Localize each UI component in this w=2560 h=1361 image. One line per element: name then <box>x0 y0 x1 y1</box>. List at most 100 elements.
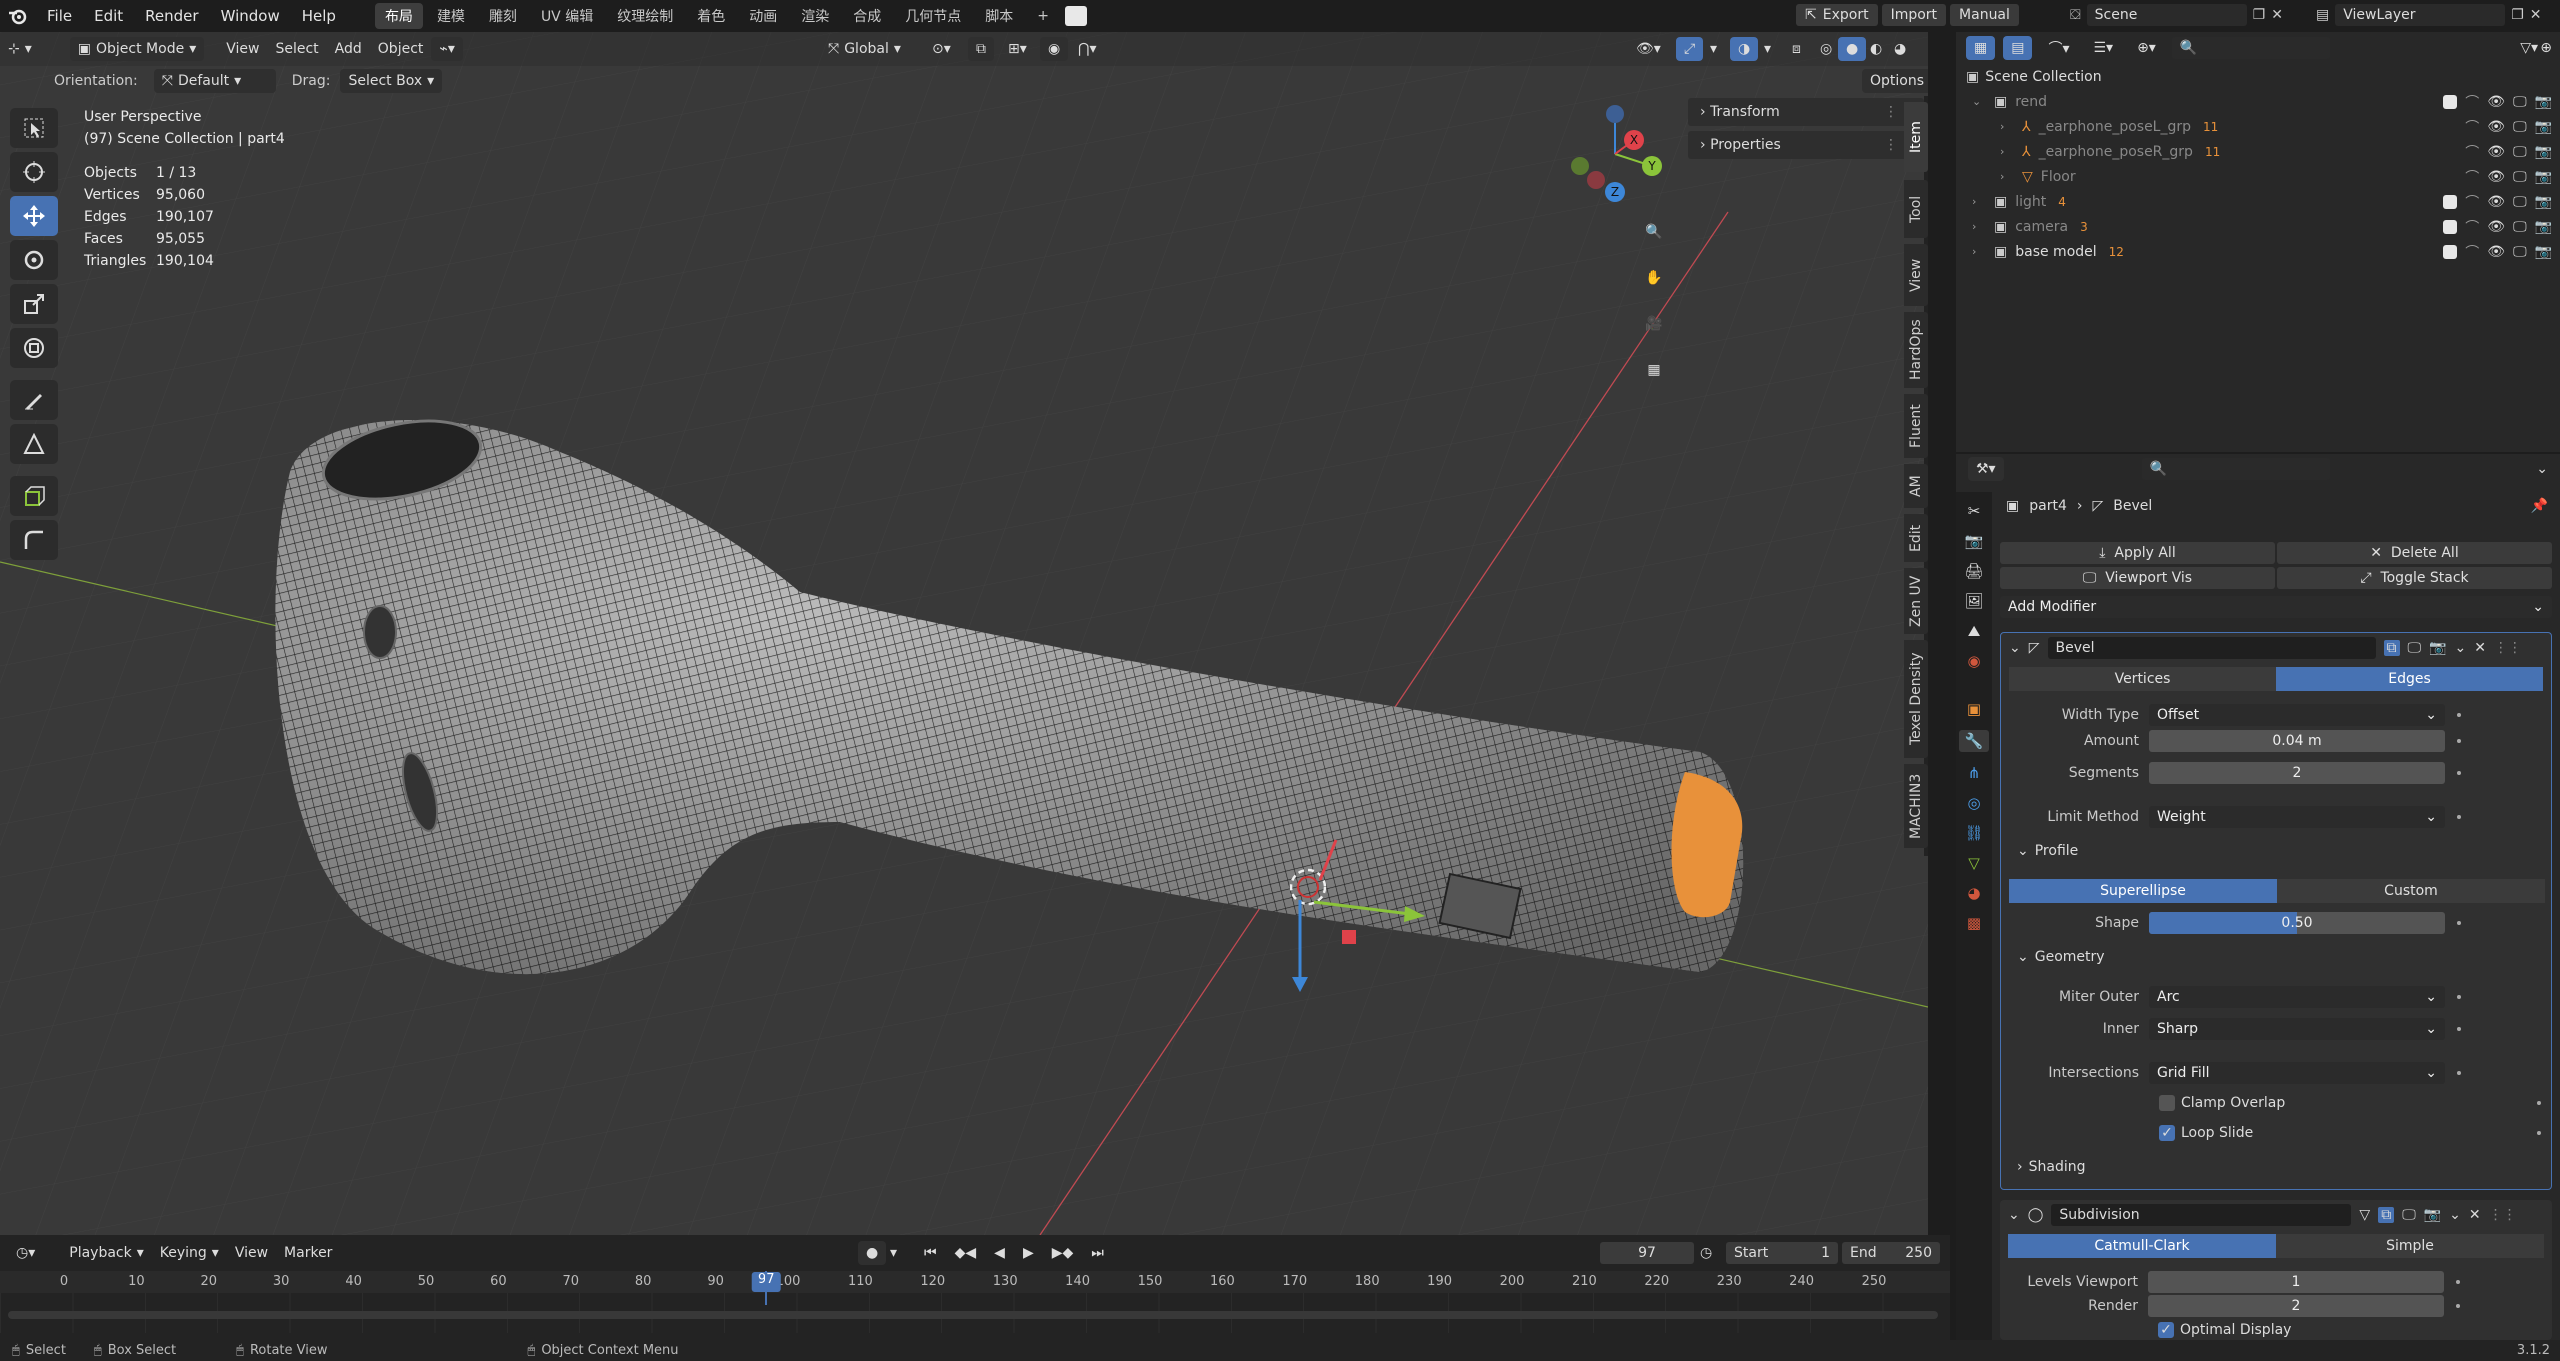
world-tab-icon[interactable]: ◉ <box>1967 652 1980 670</box>
start-frame-field[interactable]: Start 1 <box>1726 1242 1838 1264</box>
menu-view[interactable]: View <box>218 37 267 61</box>
render-toggle-icon[interactable]: 📷 <box>2429 640 2446 656</box>
loop-slide-checkbox[interactable]: ✓ <box>2159 1125 2175 1141</box>
render-disable-icon[interactable]: 📷 <box>2535 169 2552 185</box>
play-reverse-icon[interactable]: ◀ <box>986 1241 1013 1265</box>
frame-ruler[interactable]: 0 10 20 30 40 50 60 70 80 90 100 110 120 130 140 150 160… <box>0 1271 1950 1293</box>
viewport-disable-icon[interactable]: 🖵 <box>2513 169 2527 185</box>
simple-button[interactable]: Simple <box>2276 1234 2544 1258</box>
visibility-dropdown[interactable]: 👁▾ <box>1628 37 1669 61</box>
exclude-checkbox[interactable] <box>2443 194 2458 209</box>
scene-tab-icon[interactable]: ⛰ <box>1968 622 1981 640</box>
disclosure-icon[interactable]: ⌄ <box>1972 95 1988 108</box>
keyframe-area[interactable] <box>0 1271 1950 1333</box>
editor-type-button[interactable]: ⊹ ▾ <box>0 37 40 61</box>
workspace-tab-uv-editing[interactable]: UV 编辑 <box>531 3 603 29</box>
visibility-eye-icon[interactable]: 👁 <box>2487 219 2505 235</box>
viewport-disable-icon[interactable]: 🖵 <box>2513 219 2527 235</box>
timeline-scrollbar[interactable] <box>8 1311 1938 1319</box>
viewport-disable-icon[interactable]: 🖵 <box>2513 94 2527 110</box>
workspace-tab-geometry-nodes[interactable]: 几何节点 <box>895 3 971 29</box>
side-tab-item[interactable]: Item <box>1904 102 1928 172</box>
pivot-dropdown[interactable]: ⊙▾ <box>924 37 959 61</box>
disclosure-icon[interactable]: › <box>1972 245 1988 258</box>
exclude-checkbox[interactable] <box>2443 94 2458 109</box>
menu-playback[interactable]: Playback ▾ <box>61 1241 152 1265</box>
disclosure-icon[interactable]: › <box>2000 145 2016 158</box>
inner-miter-dropdown[interactable]: Sharp ⌄ <box>2149 1018 2445 1040</box>
blender-logo-icon[interactable] <box>8 7 28 25</box>
keying-set-dropdown[interactable]: ▾ <box>882 1241 905 1265</box>
proportional-edit-toggle[interactable]: ◉ <box>1040 37 1069 61</box>
selectable-icon[interactable]: ⌒ <box>2465 192 2479 212</box>
outliner-display-mode-button[interactable]: ▤ <box>2003 36 2033 60</box>
snap-toggle[interactable]: ⧉ <box>968 37 994 61</box>
scale-tool-icon[interactable] <box>10 284 58 324</box>
collapse-icon[interactable]: ⌄ <box>2536 461 2548 477</box>
menu-file[interactable]: File <box>36 7 83 25</box>
falloff-dropdown[interactable]: ⋂▾ <box>1070 37 1105 61</box>
apply-all-button[interactable]: ⤓ Apply All <box>2000 542 2275 564</box>
jump-end-icon[interactable]: ⏭ <box>1083 1241 1112 1265</box>
pan-hand-icon[interactable]: ✋ <box>1634 258 1674 298</box>
menu-render[interactable]: Render <box>134 7 209 25</box>
3d-viewport[interactable]: ⊹ ▾ ▣ Object Mode ▾ View Select Add Object … <box>0 32 1928 1235</box>
side-tab-fluent[interactable]: Fluent <box>1904 394 1928 458</box>
outliner-row[interactable]: › ⅄ _earphone_poseR_grp 11 ⌒ 👁 🖵 📷 <box>1956 139 2560 164</box>
render-disable-icon[interactable]: 📷 <box>2535 94 2552 110</box>
viewport-vis-button[interactable]: 🖵 Viewport Vis <box>2000 567 2275 589</box>
current-frame-field[interactable]: 97 <box>1600 1242 1694 1264</box>
ortho-grid-icon[interactable]: ▦ <box>1634 350 1674 390</box>
viewport-toggle-icon[interactable]: 🖵 <box>2402 1207 2416 1223</box>
menu-timeline-view[interactable]: View <box>227 1241 276 1265</box>
geometry-subpanel-header[interactable]: ⌄ Geometry <box>2017 949 2105 965</box>
bevel-tool-icon[interactable] <box>10 520 58 560</box>
workspace-tab-scripting[interactable]: 脚本 <box>975 3 1023 29</box>
workspace-tab-sculpting[interactable]: 雕刻 <box>479 3 527 29</box>
visibility-eye-icon[interactable]: 👁 <box>2487 94 2505 110</box>
viewport-disable-icon[interactable]: 🖵 <box>2513 244 2527 260</box>
zoom-icon[interactable]: 🔍 <box>1634 212 1674 252</box>
visibility-eye-icon[interactable]: 👁 <box>2487 169 2505 185</box>
manual-button[interactable]: Manual <box>1950 4 2019 26</box>
remove-modifier-icon[interactable]: ✕ <box>2469 1207 2481 1223</box>
prev-keyframe-icon[interactable]: ◆◀ <box>947 1241 985 1265</box>
texture-tab-icon[interactable]: ▩ <box>1967 914 1981 932</box>
remove-modifier-icon[interactable]: ✕ <box>2474 640 2486 656</box>
levels-viewport-field[interactable]: 1 <box>2148 1271 2444 1293</box>
outliner-filter-link-icon[interactable]: ⌒▾ <box>2040 36 2077 60</box>
physics-tab-icon[interactable]: ◎ <box>1967 794 1980 812</box>
workspace-tab-modeling[interactable]: 建模 <box>427 3 475 29</box>
outliner-row[interactable]: ⌄ ▣ rend ⌒ 👁 🖵 📷 <box>1956 89 2560 114</box>
end-frame-field[interactable]: End 250 <box>1842 1242 1940 1264</box>
timeline-editor-type-button[interactable]: ◷▾ <box>8 1241 43 1265</box>
exclude-checkbox[interactable] <box>2443 219 2458 234</box>
shading-subpanel-header[interactable]: › Shading <box>2017 1159 2085 1175</box>
render-tab-icon[interactable]: 📷 <box>1965 532 1984 550</box>
side-tab-hardops[interactable]: HardOps <box>1904 312 1928 388</box>
side-tab-zen-uv[interactable]: Zen UV <box>1904 568 1928 634</box>
outliner-add-icon[interactable]: ⊕ <box>2532 36 2560 60</box>
rendered-shading-button[interactable]: ◕ <box>1886 37 1914 61</box>
menu-select[interactable]: Select <box>267 37 326 61</box>
navigation-gizmo[interactable]: X Y Z <box>1560 104 1670 204</box>
menu-object[interactable]: Object <box>370 37 432 61</box>
render-disable-icon[interactable]: 📷 <box>2535 144 2552 160</box>
clamp-overlap-row[interactable]: Clamp Overlap <box>2001 1091 2541 1115</box>
jump-start-icon[interactable]: ⏮ <box>916 1241 945 1265</box>
gizmo-toggle[interactable]: ⤢ <box>1676 37 1704 61</box>
custom-button[interactable]: Custom <box>2277 879 2545 903</box>
outliner-row[interactable]: › ⅄ _earphone_poseL_grp 11 ⌒ 👁 🖵 📷 <box>1956 114 2560 139</box>
orientation-dropdown[interactable]: ⤧ Default ▾ <box>153 69 276 93</box>
use-preview-range-icon[interactable]: ◷ <box>1700 1245 1712 1261</box>
measure-tool-icon[interactable] <box>10 424 58 464</box>
pin-icon[interactable]: 📌 <box>2531 498 2548 514</box>
import-button[interactable]: Import <box>1881 4 1947 26</box>
disclosure-icon[interactable]: › <box>2000 170 2016 183</box>
gizmo-neg-z[interactable] <box>1606 105 1624 123</box>
menu-edit[interactable]: Edit <box>83 7 134 25</box>
transform-panel-header[interactable]: › Transform ⋮⋮ <box>1688 98 1924 126</box>
toggle-stack-button[interactable]: ⤢ Toggle Stack <box>2277 567 2552 589</box>
scene-field[interactable]: Scene <box>2086 4 2247 26</box>
delete-all-button[interactable]: ✕ Delete All <box>2277 542 2552 564</box>
